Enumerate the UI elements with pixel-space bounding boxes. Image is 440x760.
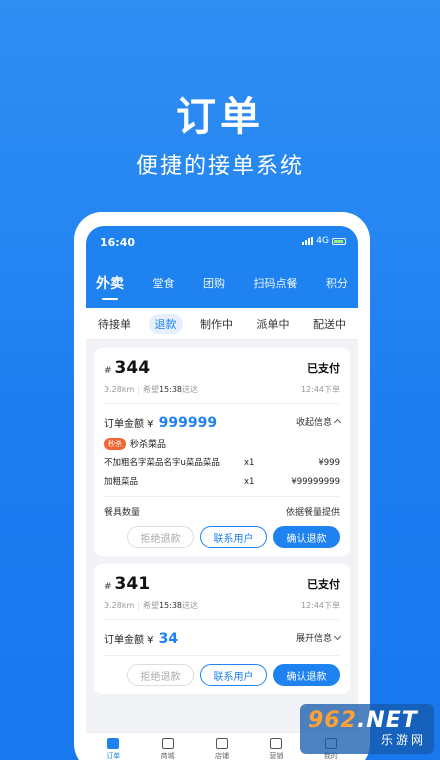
expect-time: 15:38 — [158, 601, 183, 610]
network-label: 4G — [316, 236, 329, 246]
confirm-refund-button[interactable]: 确认退款 — [273, 526, 340, 548]
order-number-value: 344 — [114, 358, 151, 378]
order-number: # 341 — [104, 574, 150, 594]
tab-scan-order[interactable]: 扫码点餐 — [254, 275, 298, 291]
subtab-delivering[interactable]: 配送中 — [307, 314, 352, 334]
expect-time: 15:38 — [158, 385, 183, 394]
amount-label: 订单金额 ¥ — [104, 419, 154, 430]
sub-tabs: 待接单 退款 制作中 派单中 配送中 — [86, 308, 358, 340]
subtab-pending[interactable]: 待接单 — [92, 314, 137, 334]
order-meta: 3.28km | 希望15:38送达 — [104, 601, 199, 610]
status-time: 16:40 — [100, 236, 136, 249]
top-tabs: 外卖 堂食 团购 扫码点餐 积分 — [86, 264, 358, 302]
tableware-label: 餐具数量 — [104, 508, 141, 518]
order-placed-time: 12:44下单 — [300, 385, 340, 394]
reject-refund-button[interactable]: 拒绝退款 — [127, 664, 194, 686]
tabbar-label: 订单 — [106, 752, 121, 760]
toggle-label: 展开信息 — [295, 634, 332, 644]
order-hash: # — [104, 582, 112, 592]
tableware-value: 依据餐量提供 — [285, 508, 340, 518]
watermark-site-name: 乐游网 — [380, 733, 426, 747]
promo-subtitle: 便捷的接单系统 — [135, 154, 304, 179]
toggle-label: 收起信息 — [295, 418, 332, 428]
flash-sale-label: 秒杀菜品 — [130, 440, 167, 450]
expand-info-toggle[interactable]: 展开信息 — [295, 631, 342, 644]
chevron-up-icon — [333, 418, 342, 427]
confirm-refund-button[interactable]: 确认退款 — [273, 664, 340, 686]
contact-user-button[interactable]: 联系用户 — [200, 664, 267, 686]
amount-label: 订单金额 ¥ — [104, 635, 154, 646]
tab-takeout[interactable]: 外卖 — [96, 273, 124, 300]
promo-title: 订单 — [176, 94, 264, 140]
order-number: # 344 — [104, 358, 150, 378]
order-list: # 344 已支付 3.28km | 希望15:38送达 12:44下单 订单金额 … — [86, 340, 358, 694]
app-header: 16:40 4G 外卖 堂食 团购 扫码点餐 积分 — [86, 226, 358, 308]
flash-sale-badge: 秒杀 — [104, 437, 126, 450]
expect-prefix: 希望 — [142, 385, 159, 394]
subtab-dispatching[interactable]: 派单中 — [251, 314, 296, 334]
order-card: # 344 已支付 3.28km | 希望15:38送达 12:44下单 订单金额 … — [94, 348, 350, 556]
expect-suffix: 送达 — [182, 385, 199, 394]
expect-suffix: 送达 — [182, 601, 199, 610]
amount-value: 34 — [158, 631, 179, 647]
tabbar-label: 店铺 — [214, 752, 229, 760]
order-distance: 3.28km — [104, 385, 135, 394]
order-hash: # — [104, 366, 112, 376]
site-watermark: 962.NET 乐游网 — [300, 704, 434, 754]
item-price: ¥999 — [318, 458, 340, 468]
amount-value: 999999 — [158, 415, 218, 431]
reject-refund-button[interactable]: 拒绝退款 — [127, 526, 194, 548]
chevron-down-icon — [333, 632, 342, 641]
subtab-preparing[interactable]: 制作中 — [194, 314, 239, 334]
tabbar-label: 营销 — [269, 752, 284, 760]
order-number-value: 341 — [114, 574, 151, 594]
status-icons: 4G — [302, 236, 346, 246]
order-card: # 341 已支付 3.28km | 希望15:38送达 12:44下单 订单金额 … — [94, 564, 350, 694]
battery-icon — [332, 237, 346, 245]
phone-frame: 16:40 4G 外卖 堂食 团购 扫码点餐 积分 待接单 退款 制作中 派单中… — [74, 212, 370, 760]
subtab-refund[interactable]: 退款 — [148, 313, 183, 334]
order-placed-time: 12:44下单 — [300, 601, 340, 610]
tabbar-marketing[interactable]: 营销 — [269, 738, 283, 760]
order-meta: 3.28km | 希望15:38送达 — [104, 385, 199, 394]
tabbar-label: 商城 — [160, 752, 175, 760]
store-icon — [215, 738, 228, 749]
order-icon — [107, 738, 120, 749]
item-name: 加粗菜品 — [104, 477, 139, 487]
item-qty: x1 — [244, 477, 255, 487]
payment-status: 已支付 — [307, 362, 340, 375]
item-qty: x1 — [244, 458, 255, 468]
contact-user-button[interactable]: 联系用户 — [200, 526, 267, 548]
collapse-info-toggle[interactable]: 收起信息 — [295, 415, 342, 428]
order-item: 加粗菜品 x1 ¥99999999 — [104, 476, 340, 488]
order-item: 不加粗名字菜品名字u菜品菜品 x1 ¥999 — [104, 457, 340, 469]
watermark-number: 962 — [308, 708, 357, 733]
app-screen: 16:40 4G 外卖 堂食 团购 扫码点餐 积分 待接单 退款 制作中 派单中… — [86, 226, 358, 760]
signal-icon — [302, 237, 314, 245]
tab-points[interactable]: 积分 — [326, 275, 348, 291]
item-name: 不加粗名字菜品名字u菜品菜品 — [104, 458, 220, 468]
order-distance: 3.28km — [104, 601, 135, 610]
watermark-domain: .NET — [356, 708, 418, 733]
chart-icon — [270, 738, 283, 749]
item-price: ¥99999999 — [291, 477, 340, 487]
payment-status: 已支付 — [307, 578, 340, 591]
tab-dine-in[interactable]: 堂食 — [153, 275, 175, 291]
tabbar-store[interactable]: 店铺 — [215, 738, 229, 760]
bag-icon — [161, 738, 174, 749]
tabbar-orders[interactable]: 订单 — [106, 738, 120, 760]
tab-group-buy[interactable]: 团购 — [203, 275, 225, 291]
expect-prefix: 希望 — [142, 601, 159, 610]
tabbar-mall[interactable]: 商城 — [161, 738, 175, 760]
